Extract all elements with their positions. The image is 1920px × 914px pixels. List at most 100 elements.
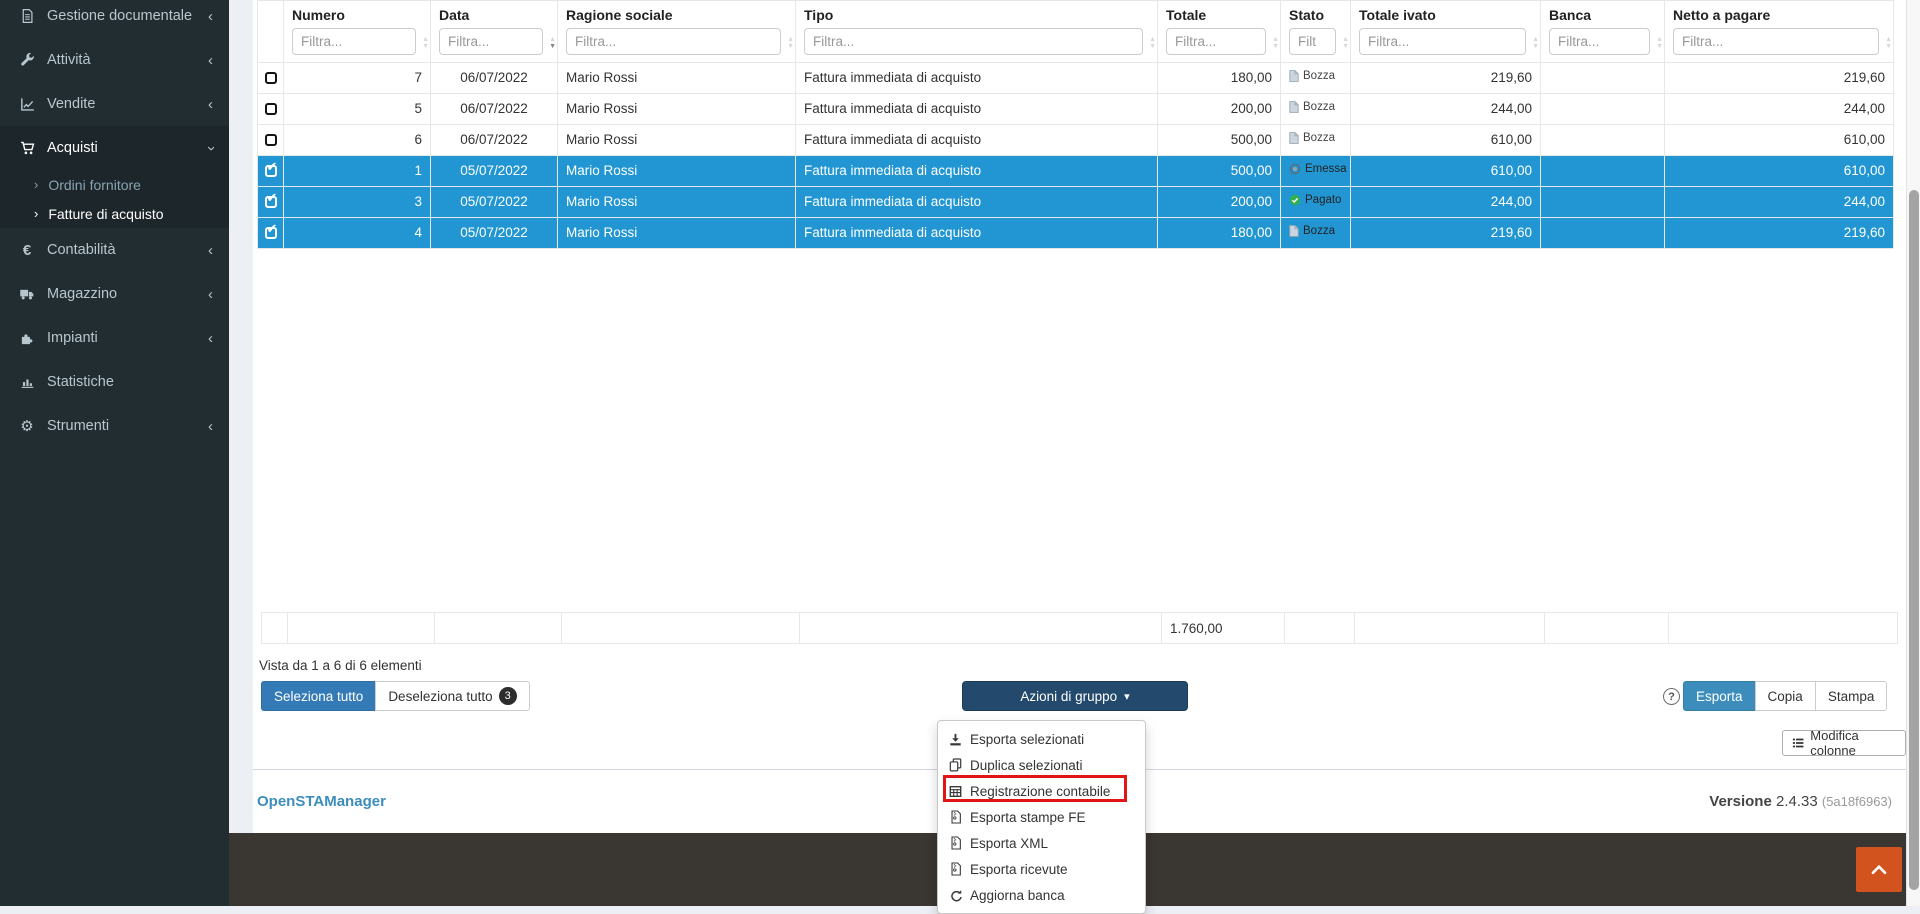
column-header[interactable]: Tipo — [796, 1, 1158, 25]
sidebar-subitem-fatture-di-acquisto[interactable]: › Fatture di acquisto — [0, 199, 229, 228]
column-header[interactable]: Netto a pagare — [1665, 1, 1894, 25]
table-row-selected[interactable]: ✔ 1 05/07/2022 Mario Rossi Fattura immed… — [258, 155, 1894, 186]
group-actions-button[interactable]: Azioni di gruppo ▾ — [962, 681, 1188, 711]
table-row-selected[interactable]: ✔ 4 05/07/2022 Mario Rossi Fattura immed… — [258, 217, 1894, 248]
export-button[interactable]: Esporta — [1683, 681, 1756, 711]
menu-item-esporta-ricevute[interactable]: Esporta ricevute — [938, 856, 1145, 882]
menu-item-esporta-stampe-fe[interactable]: Esporta stampe FE — [938, 804, 1145, 830]
filter-netto-input[interactable] — [1673, 28, 1879, 55]
menu-item-registrazione-contabile[interactable]: Registrazione contabile — [938, 778, 1145, 804]
cell-ragione-sociale: Mario Rossi — [558, 155, 796, 186]
sort-arrows-icon[interactable]: ▲▼ — [1532, 36, 1539, 50]
sort-arrows-icon[interactable]: ▲▼ — [1342, 36, 1349, 50]
download-icon — [948, 733, 963, 746]
cell-banca — [1541, 124, 1665, 155]
sidebar-item-attivita[interactable]: Attività ‹ — [0, 38, 229, 82]
cell-totale: 500,00 — [1158, 124, 1281, 155]
row-checkbox[interactable] — [265, 72, 277, 84]
column-header[interactable]: Ragione sociale — [558, 1, 796, 25]
cell-tipo: Fattura immediata di acquisto — [796, 62, 1158, 93]
sidebar-item-gestione-documentale[interactable]: Gestione documentale ‹ — [0, 0, 229, 38]
cell-netto: 610,00 — [1665, 124, 1894, 155]
select-all-button[interactable]: Seleziona tutto — [261, 681, 376, 711]
column-header[interactable]: Totale — [1158, 1, 1281, 25]
row-checkbox-checked[interactable]: ✔ — [265, 227, 277, 239]
sort-arrows-icon[interactable]: ▲▼ — [1272, 36, 1279, 50]
column-header[interactable]: Stato — [1281, 1, 1351, 25]
sidebar-item-magazzino[interactable]: Magazzino ‹ — [0, 272, 229, 316]
chevron-right-icon: › — [34, 206, 38, 221]
sidebar-subitem-label: Ordini fornitore — [48, 177, 141, 193]
issued-circle-icon — [1289, 163, 1301, 175]
table-row[interactable]: 5 06/07/2022 Mario Rossi Fattura immedia… — [258, 93, 1894, 124]
menu-item-esporta-xml[interactable]: Esporta XML — [938, 830, 1145, 856]
column-header[interactable]: Totale ivato — [1351, 1, 1541, 25]
main-area: Numero Data Ragione sociale Tipo Totale … — [229, 0, 1920, 906]
gear-icon: ⚙ — [16, 417, 38, 435]
row-checkbox[interactable] — [265, 134, 277, 146]
filter-ragione-sociale-input[interactable] — [566, 28, 781, 55]
table-row[interactable]: 7 06/07/2022 Mario Rossi Fattura immedia… — [258, 62, 1894, 93]
status-badge: Bozza — [1289, 225, 1335, 237]
filter-tipo-input[interactable] — [804, 28, 1143, 55]
export-buttons: Esporta Copia Stampa — [1683, 681, 1887, 711]
table-row-selected[interactable]: ✔ 3 05/07/2022 Mario Rossi Fattura immed… — [258, 186, 1894, 217]
cell-totale-ivato: 610,00 — [1351, 155, 1541, 186]
scroll-to-top-button[interactable] — [1856, 847, 1902, 892]
sort-arrows-icon[interactable]: ▲▼ — [1149, 36, 1156, 50]
sidebar-item-acquisti[interactable]: Acquisti ‹ — [0, 126, 229, 170]
puzzle-piece-icon — [16, 331, 38, 346]
scrollbar-thumb[interactable] — [1909, 190, 1919, 890]
sidebar-item-label: Strumenti — [47, 418, 208, 434]
chevron-right-icon: › — [34, 177, 38, 192]
row-checkbox-checked[interactable]: ✔ — [265, 196, 277, 208]
brand-link[interactable]: OpenSTAManager — [257, 793, 386, 810]
column-header[interactable]: Data — [431, 1, 558, 25]
filter-totale-ivato-input[interactable] — [1359, 28, 1526, 55]
sidebar-item-contabilita[interactable]: € Contabilità ‹ — [0, 228, 229, 272]
deselect-all-button[interactable]: Deseleziona tutto 3 — [375, 681, 529, 711]
menu-item-aggiorna-banca[interactable]: Aggiorna banca — [938, 882, 1145, 908]
menu-item-duplica-selezionati[interactable]: Duplica selezionati — [938, 752, 1145, 778]
sidebar-item-strumenti[interactable]: ⚙ Strumenti ‹ — [0, 404, 229, 448]
cell-netto: 244,00 — [1665, 186, 1894, 217]
sidebar-item-statistiche[interactable]: Statistiche — [0, 360, 229, 404]
sort-arrows-icon[interactable]: ▲▼ — [422, 36, 429, 50]
cell-netto: 219,60 — [1665, 217, 1894, 248]
cell-data: 06/07/2022 — [431, 62, 558, 93]
table-row[interactable]: 6 06/07/2022 Mario Rossi Fattura immedia… — [258, 124, 1894, 155]
sidebar-item-impianti[interactable]: Impianti ‹ — [0, 316, 229, 360]
filter-totale-input[interactable] — [1166, 28, 1266, 55]
cell-totale-ivato: 219,60 — [1351, 62, 1541, 93]
sort-arrows-icon[interactable]: ▲▼ — [787, 36, 794, 50]
list-icon — [1792, 737, 1804, 749]
cell-stato: Bozza — [1281, 124, 1351, 155]
cell-data: 06/07/2022 — [431, 93, 558, 124]
sidebar-subitem-ordini-fornitore[interactable]: › Ordini fornitore — [0, 170, 229, 199]
file-lines-icon — [16, 8, 38, 24]
column-header[interactable]: Banca — [1541, 1, 1665, 25]
filter-banca-input[interactable] — [1549, 28, 1650, 55]
cell-totale: 200,00 — [1158, 186, 1281, 217]
menu-item-esporta-selezionati[interactable]: Esporta selezionati — [938, 726, 1145, 752]
row-checkbox[interactable] — [265, 103, 277, 115]
sidebar-item-vendite[interactable]: Vendite ‹ — [0, 82, 229, 126]
cell-totale: 200,00 — [1158, 93, 1281, 124]
copy-button[interactable]: Copia — [1755, 681, 1816, 711]
sort-arrows-icon[interactable]: ▲▼ — [549, 36, 556, 50]
column-header[interactable]: Numero — [284, 1, 431, 25]
sort-arrows-icon[interactable]: ▲▼ — [1885, 36, 1892, 50]
modify-columns-button[interactable]: Modifica colonne — [1782, 730, 1906, 756]
filter-data-input[interactable] — [439, 28, 543, 55]
vertical-scrollbar[interactable] — [1906, 0, 1920, 906]
print-button[interactable]: Stampa — [1815, 681, 1888, 711]
help-icon[interactable]: ? — [1663, 688, 1680, 705]
chevron-up-icon — [1870, 864, 1888, 875]
filter-stato-input[interactable] — [1289, 28, 1336, 55]
sidebar-menu: Gestione documentale ‹ Attività ‹ Vendit… — [0, 0, 229, 448]
filter-numero-input[interactable] — [292, 28, 416, 55]
sidebar-item-label: Statistiche — [47, 374, 213, 390]
row-checkbox-checked[interactable]: ✔ — [265, 165, 277, 177]
sidebar-item-label: Impianti — [47, 330, 208, 346]
sort-arrows-icon[interactable]: ▲▼ — [1656, 36, 1663, 50]
